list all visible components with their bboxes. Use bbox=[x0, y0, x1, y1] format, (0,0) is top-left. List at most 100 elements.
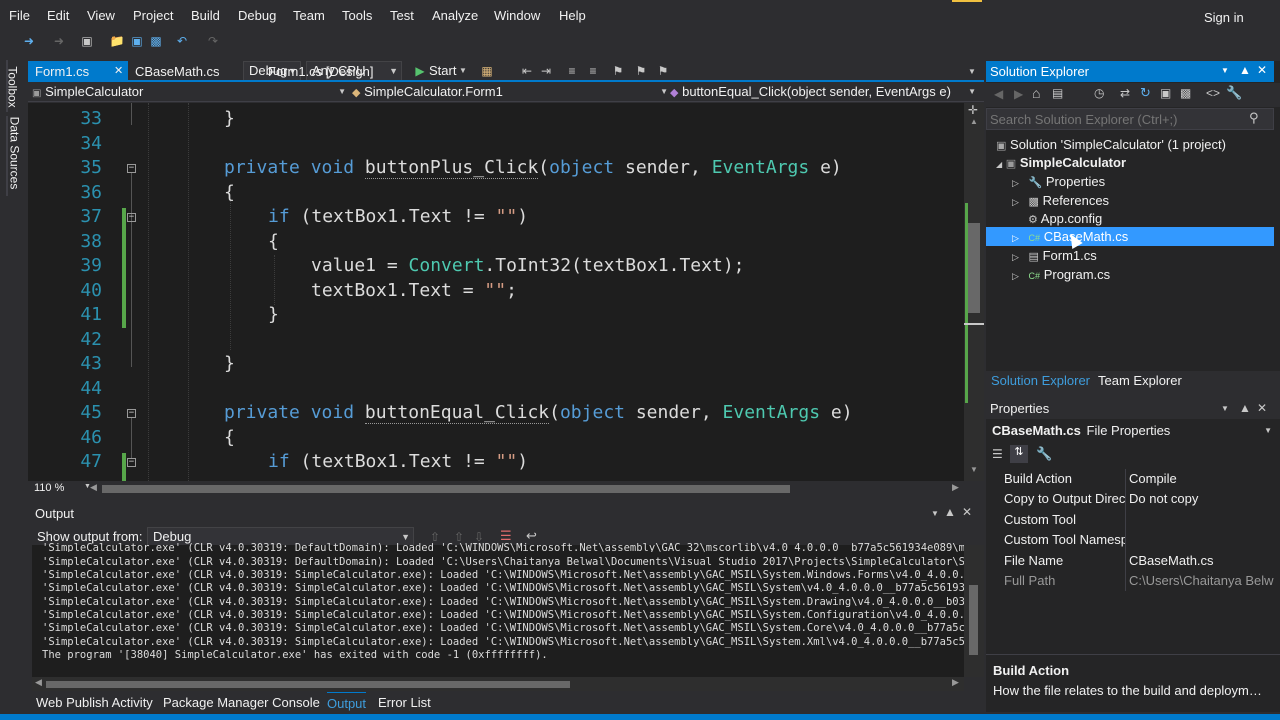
property-value[interactable]: C:\Users\Chaitanya Belwal bbox=[1129, 571, 1274, 591]
tab-output[interactable]: Output bbox=[327, 692, 367, 714]
menu-team[interactable]: Team bbox=[293, 0, 325, 32]
scroll-thumb[interactable] bbox=[969, 585, 978, 655]
tab-team-explorer[interactable]: Team Explorer bbox=[1098, 373, 1182, 388]
back-icon[interactable]: ◀ bbox=[994, 87, 1003, 101]
property-name[interactable]: Custom Tool bbox=[1004, 510, 1126, 530]
project-navigation-dropdown[interactable]: ▣ SimpleCalculator ▼ bbox=[32, 82, 346, 102]
forward-icon[interactable]: ➜ bbox=[50, 32, 68, 50]
output-vertical-scrollbar[interactable] bbox=[964, 545, 984, 677]
scroll-left-icon[interactable]: ◀ bbox=[35, 677, 42, 688]
property-name[interactable]: File Name bbox=[1004, 551, 1126, 571]
scroll-down-icon[interactable]: ▼ bbox=[970, 465, 978, 474]
data-sources-tab[interactable]: Data Sources bbox=[6, 116, 22, 196]
tab-cbasemath-cs[interactable]: CBaseMath.cs bbox=[128, 61, 258, 82]
tree-item-program[interactable]: ▷ C# Program.cs bbox=[1012, 265, 1110, 284]
tree-item-properties[interactable]: ▷ 🔧 Properties bbox=[1012, 172, 1105, 191]
undo-icon[interactable]: ↶ bbox=[173, 32, 191, 50]
editor-vertical-scrollbar[interactable]: ✛ ▲ ▼ bbox=[964, 103, 984, 481]
tree-item-form1[interactable]: ▷ ▤ Form1.cs bbox=[1012, 246, 1097, 265]
zoom-level[interactable]: 110 % bbox=[34, 481, 64, 496]
menu-debug[interactable]: Debug bbox=[238, 0, 276, 32]
save-icon[interactable]: ▣ bbox=[128, 32, 146, 50]
close-icon[interactable]: ✕ bbox=[962, 505, 972, 519]
redo-icon[interactable]: ↷ bbox=[204, 32, 222, 50]
property-name[interactable]: Custom Tool Namespace bbox=[1004, 530, 1126, 550]
menu-analyze[interactable]: Analyze bbox=[432, 0, 478, 32]
collapsed-arrow-icon[interactable]: ▷ bbox=[1012, 178, 1019, 188]
properties-object-selector[interactable]: CBaseMath.cs File Properties ▼ bbox=[986, 421, 1274, 441]
properties-icon[interactable]: 🔧 bbox=[1226, 85, 1242, 101]
close-icon[interactable]: ✕ bbox=[1257, 63, 1267, 77]
expanded-arrow-icon[interactable]: ◢ bbox=[996, 160, 1002, 169]
view-code-icon[interactable]: <> bbox=[1206, 86, 1220, 100]
tree-item-references[interactable]: ▷ ▩ References bbox=[1012, 191, 1109, 210]
toolbox-tab[interactable]: Toolbox bbox=[6, 60, 22, 112]
close-icon[interactable]: ✕ bbox=[114, 61, 123, 82]
tab-error-list[interactable]: Error List bbox=[378, 692, 431, 714]
pin-icon[interactable]: ▲ bbox=[1239, 401, 1251, 415]
pending-changes-icon[interactable]: ◷ bbox=[1094, 86, 1104, 100]
tree-item-solution[interactable]: ▣ Solution 'SimpleCalculator' (1 project… bbox=[996, 135, 1226, 154]
property-value[interactable] bbox=[1129, 530, 1274, 550]
tree-item-project[interactable]: ◢ ▣ SimpleCalculator bbox=[996, 153, 1126, 172]
tab-form1-cs[interactable]: Form1.cs ✕ bbox=[28, 61, 128, 82]
menu-test[interactable]: Test bbox=[390, 0, 414, 32]
scroll-thumb[interactable] bbox=[968, 223, 980, 313]
pin-icon[interactable]: ▲ bbox=[1239, 63, 1251, 77]
collapse-all-icon[interactable]: ▣ bbox=[1160, 86, 1171, 100]
new-project-icon[interactable]: ▣ bbox=[78, 32, 96, 50]
alphabetical-icon[interactable]: ⇅ bbox=[1010, 445, 1028, 463]
property-column-divider[interactable] bbox=[1125, 469, 1126, 591]
property-name[interactable]: Full Path bbox=[1004, 571, 1126, 591]
sync-icon[interactable]: ⇄ bbox=[1120, 86, 1130, 100]
property-value[interactable]: CBaseMath.cs bbox=[1129, 551, 1274, 571]
scroll-up-icon[interactable]: ▲ bbox=[970, 117, 978, 126]
collapsed-arrow-icon[interactable]: ▷ bbox=[1012, 233, 1019, 243]
output-horizontal-scrollbar[interactable]: ◀ ▶ bbox=[32, 677, 964, 691]
switch-views-icon[interactable]: ▤ bbox=[1052, 86, 1063, 100]
menu-file[interactable]: File bbox=[9, 0, 30, 32]
property-name[interactable]: Build Action bbox=[1004, 469, 1124, 489]
solution-explorer-search[interactable]: ⚲ bbox=[986, 108, 1274, 130]
tree-item-app-config[interactable]: ⚙ App.config bbox=[1028, 209, 1102, 228]
solution-search-input[interactable] bbox=[990, 110, 1240, 128]
collapsed-arrow-icon[interactable]: ▷ bbox=[1012, 252, 1019, 262]
collapsed-arrow-icon[interactable]: ▷ bbox=[1012, 197, 1019, 207]
property-value[interactable] bbox=[1129, 510, 1274, 530]
property-description-divider[interactable] bbox=[986, 654, 1280, 655]
menu-tools[interactable]: Tools bbox=[342, 0, 372, 32]
home-icon[interactable]: ⌂ bbox=[1032, 85, 1040, 101]
class-navigation-dropdown[interactable]: ◆ SimpleCalculator.Form1 ▼ bbox=[352, 82, 668, 102]
tab-list-dropdown-icon[interactable]: ▼ bbox=[968, 67, 976, 76]
property-pages-icon[interactable]: 🔧 bbox=[1036, 446, 1052, 462]
notification-flag[interactable] bbox=[952, 0, 982, 2]
categorized-icon[interactable]: ☰ bbox=[992, 447, 1003, 461]
forward-icon[interactable]: ▶ bbox=[1014, 87, 1023, 101]
member-navigation-dropdown[interactable]: ◆ buttonEqual_Click(object sender, Event… bbox=[670, 82, 976, 102]
back-icon[interactable]: ➜ bbox=[20, 32, 38, 50]
tab-package-manager-console[interactable]: Package Manager Console bbox=[163, 692, 320, 714]
menu-project[interactable]: Project bbox=[133, 0, 173, 32]
scroll-right-icon[interactable]: ▶ bbox=[952, 677, 959, 688]
chevron-down-icon[interactable]: ▼ bbox=[1221, 404, 1229, 413]
horizontal-scroll-thumb[interactable] bbox=[102, 485, 790, 493]
split-icon[interactable]: ✛ bbox=[968, 103, 978, 117]
menu-help[interactable]: Help bbox=[559, 0, 586, 32]
scroll-thumb[interactable] bbox=[46, 681, 570, 688]
property-value[interactable]: Compile bbox=[1129, 469, 1274, 489]
chevron-down-icon[interactable]: ▼ bbox=[931, 509, 939, 518]
property-name[interactable]: Copy to Output Directory bbox=[1004, 489, 1126, 509]
scroll-left-icon[interactable]: ◀ bbox=[90, 482, 97, 493]
chevron-down-icon[interactable]: ▼ bbox=[1221, 66, 1229, 75]
property-value[interactable]: Do not copy bbox=[1129, 489, 1274, 509]
tab-web-publish-activity[interactable]: Web Publish Activity bbox=[36, 692, 153, 714]
menu-edit[interactable]: Edit bbox=[47, 0, 69, 32]
pin-icon[interactable]: ▲ bbox=[944, 505, 956, 519]
close-icon[interactable]: ✕ bbox=[1257, 401, 1267, 415]
menu-window[interactable]: Window bbox=[494, 0, 540, 32]
code-editor[interactable] bbox=[28, 103, 964, 481]
tab-form1-design[interactable]: Form1.cs [Design] bbox=[261, 61, 401, 82]
scroll-right-icon[interactable]: ▶ bbox=[952, 482, 959, 493]
save-all-icon[interactable]: ▩ bbox=[147, 32, 165, 50]
tab-solution-explorer[interactable]: Solution Explorer bbox=[991, 373, 1090, 388]
